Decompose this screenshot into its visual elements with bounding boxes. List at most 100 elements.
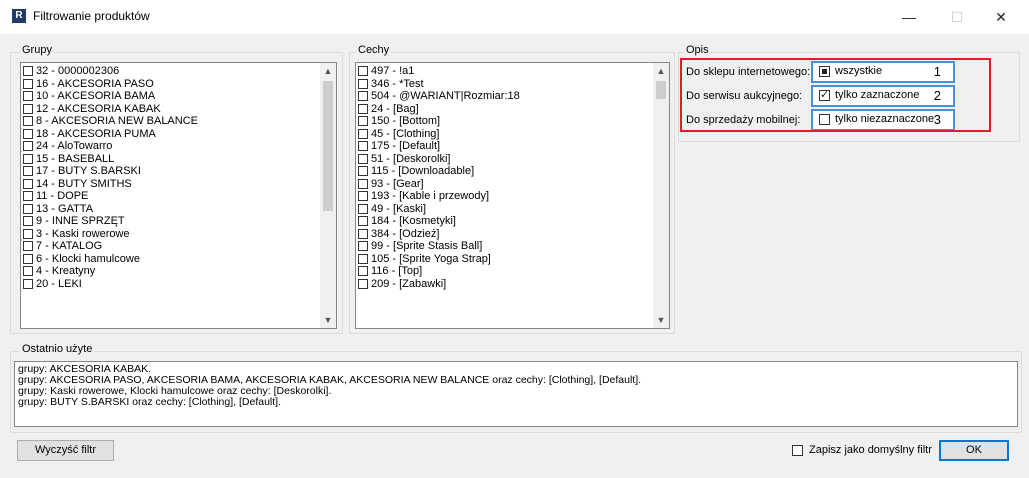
list-item-label: 11 - DOPE [36, 190, 89, 202]
list-item[interactable]: 193 - [Kable i przewody] [358, 190, 651, 203]
scroll-thumb[interactable] [323, 81, 333, 211]
list-item[interactable]: 32 - 0000002306 [23, 65, 318, 78]
list-item[interactable]: 10 - AKCESORIA BAMA [23, 90, 318, 103]
list-item[interactable]: 4 - Kreatyny [23, 265, 318, 278]
checkbox[interactable] [358, 128, 368, 139]
minimize-button[interactable]: — [889, 4, 929, 30]
checkbox[interactable] [23, 178, 33, 189]
list-item[interactable]: 7 - KATALOG [23, 240, 318, 253]
list-item-label: 99 - [Sprite Stasis Ball] [371, 240, 483, 252]
list-item[interactable]: 6 - Klocki hamulcowe [23, 253, 318, 266]
list-item[interactable]: 184 - [Kosmetyki] [358, 215, 651, 228]
checkbox[interactable] [23, 91, 33, 102]
clear-filter-button[interactable]: Wyczyść filtr [17, 440, 114, 461]
grupy-list[interactable]: 32 - 0000002306 16 - AKCESORIA PASO 10 - A… [20, 62, 337, 329]
list-item[interactable]: 8 - AKCESORIA NEW BALANCE [23, 115, 318, 128]
checkbox[interactable] [358, 216, 368, 227]
list-item[interactable]: 504 - @WARIANT|Rozmiar:18 [358, 90, 651, 103]
checkbox[interactable] [358, 241, 368, 252]
list-item[interactable]: 115 - [Downloadable] [358, 165, 651, 178]
list-item-label: 49 - [Kaski] [371, 202, 427, 215]
checkbox[interactable] [23, 253, 33, 264]
checkbox[interactable] [358, 191, 368, 202]
list-item[interactable]: 14 - BUTY SMITHS [23, 178, 318, 191]
list-item[interactable]: 150 - [Bottom] [358, 115, 651, 128]
list-item[interactable]: 20 - LEKI [23, 278, 318, 291]
list-item-label: 32 - 0000002306 [36, 65, 120, 77]
checkbox[interactable] [23, 141, 33, 152]
checkbox[interactable] [23, 78, 33, 89]
list-item[interactable]: 497 - !a1 [358, 65, 651, 78]
checkbox[interactable] [23, 128, 33, 139]
list-item[interactable]: 15 - BASEBALL [23, 153, 318, 166]
checkbox[interactable] [23, 278, 33, 289]
save-default-option[interactable]: Zapisz jako domyślny filtr [792, 444, 932, 456]
checkbox[interactable] [358, 253, 368, 264]
checkbox[interactable] [358, 166, 368, 177]
list-item[interactable]: 49 - [Kaski] [358, 203, 651, 216]
grupy-scrollbar[interactable]: ▲ ▼ [320, 63, 336, 328]
close-button[interactable]: ✕ [981, 4, 1021, 30]
checkbox[interactable] [358, 178, 368, 189]
cechy-items: 497 - !a1 346 - *Test 504 - @WARIANT|Rozmi… [358, 65, 651, 326]
ok-button[interactable]: OK [939, 440, 1009, 461]
save-default-checkbox[interactable] [792, 444, 803, 456]
checkbox[interactable] [23, 166, 33, 177]
scroll-thumb[interactable] [656, 81, 666, 99]
list-item[interactable]: 99 - [Sprite Stasis Ball] [358, 240, 651, 253]
list-item[interactable]: 24 - AloTowarro [23, 140, 318, 153]
checkbox[interactable] [358, 78, 368, 89]
recent-line[interactable]: grupy: BUTY S.BARSKI oraz cechy: [Clothi… [15, 397, 1017, 408]
cechy-scrollbar[interactable]: ▲ ▼ [653, 63, 669, 328]
checkbox[interactable] [23, 66, 33, 77]
checkbox[interactable] [358, 91, 368, 102]
list-item-label: 24 - [Bag] [371, 102, 419, 115]
checkbox[interactable] [23, 241, 33, 252]
checkbox[interactable] [23, 153, 33, 164]
checkbox[interactable] [358, 228, 368, 239]
checkbox[interactable] [358, 103, 368, 114]
list-item[interactable]: 384 - [Odzież] [358, 228, 651, 241]
list-item[interactable]: 18 - AKCESORIA PUMA [23, 128, 318, 141]
list-item-label: 18 - AKCESORIA PUMA [36, 127, 156, 140]
grupy-items: 32 - 0000002306 16 - AKCESORIA PASO 10 - A… [23, 65, 318, 326]
list-item[interactable]: 116 - [Top] [358, 265, 651, 278]
checkbox[interactable] [358, 266, 368, 277]
list-item-label: 115 - [Downloadable] [371, 165, 475, 177]
list-item[interactable]: 45 - [Clothing] [358, 128, 651, 141]
highlight-box [680, 58, 991, 132]
list-item[interactable]: 9 - INNE SPRZĘT [23, 215, 318, 228]
list-item[interactable]: 24 - [Bag] [358, 103, 651, 116]
list-item[interactable]: 346 - *Test [358, 78, 651, 91]
recent-filters-list[interactable]: grupy: AKCESORIA KABAK. grupy: AKCESORIA… [14, 361, 1018, 427]
checkbox[interactable] [23, 228, 33, 239]
checkbox[interactable] [358, 141, 368, 152]
scroll-up-icon[interactable]: ▲ [653, 63, 669, 79]
list-item[interactable]: 12 - AKCESORIA KABAK [23, 103, 318, 116]
list-item[interactable]: 105 - [Sprite Yoga Strap] [358, 253, 651, 266]
checkbox[interactable] [23, 203, 33, 214]
list-item[interactable]: 93 - [Gear] [358, 178, 651, 191]
checkbox[interactable] [358, 278, 368, 289]
list-item[interactable]: 51 - [Deskorolki] [358, 153, 651, 166]
scroll-down-icon[interactable]: ▼ [653, 312, 669, 328]
checkbox[interactable] [23, 216, 33, 227]
scroll-down-icon[interactable]: ▼ [320, 312, 336, 328]
checkbox[interactable] [358, 153, 368, 164]
list-item[interactable]: 16 - AKCESORIA PASO [23, 78, 318, 91]
scroll-up-icon[interactable]: ▲ [320, 63, 336, 79]
list-item[interactable]: 17 - BUTY S.BARSKI [23, 165, 318, 178]
checkbox[interactable] [358, 203, 368, 214]
checkbox[interactable] [358, 66, 368, 77]
checkbox[interactable] [23, 266, 33, 277]
cechy-list[interactable]: 497 - !a1 346 - *Test 504 - @WARIANT|Rozmi… [355, 62, 670, 329]
checkbox[interactable] [23, 191, 33, 202]
checkbox[interactable] [358, 116, 368, 127]
list-item[interactable]: 209 - [Zabawki] [358, 278, 651, 291]
list-item[interactable]: 3 - Kaski rowerowe [23, 228, 318, 241]
checkbox[interactable] [23, 116, 33, 127]
list-item[interactable]: 11 - DOPE [23, 190, 318, 203]
list-item[interactable]: 175 - [Default] [358, 140, 651, 153]
list-item[interactable]: 13 - GATTA [23, 203, 318, 216]
checkbox[interactable] [23, 103, 33, 114]
